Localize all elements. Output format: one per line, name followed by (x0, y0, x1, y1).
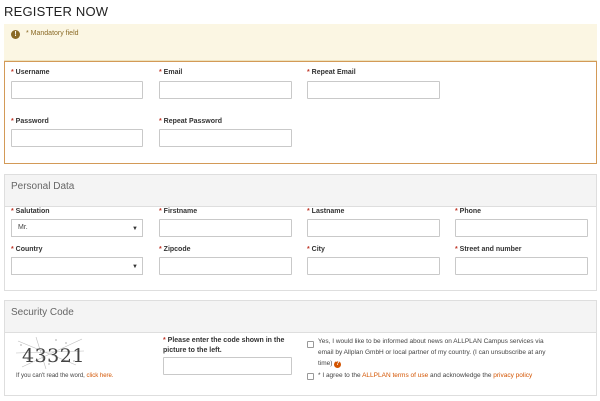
account-section (4, 61, 597, 164)
privacy-policy-link[interactable]: privacy policy (493, 372, 532, 379)
password-field[interactable] (11, 129, 143, 147)
phone-field[interactable] (455, 219, 588, 237)
repeat-password-label: * Repeat Password (159, 118, 223, 125)
exclamation-icon: ! (11, 30, 20, 39)
zipcode-field[interactable] (159, 257, 292, 275)
personal-data-heading: Personal Data (5, 175, 596, 207)
mandatory-notice: ! * Mandatory field (4, 24, 597, 61)
captcha-image: 43321 (15, 336, 84, 370)
password-label: * Password (11, 118, 49, 125)
street-field[interactable] (455, 257, 588, 275)
repeat-password-field[interactable] (159, 129, 292, 147)
username-label: * Username (11, 69, 50, 76)
street-label: * Street and number (455, 246, 522, 253)
repeat-email-label: * Repeat Email (307, 69, 356, 76)
salutation-label: * Salutation (11, 208, 50, 215)
chevron-down-icon: ▼ (132, 226, 138, 232)
terms-checkbox[interactable] (307, 373, 314, 380)
firstname-label: * Firstname (159, 208, 198, 215)
captcha-code-label: * Please enter the code shown in the pic… (163, 337, 285, 354)
username-field[interactable] (11, 81, 143, 99)
phone-label: * Phone (455, 208, 482, 215)
newsletter-checkbox[interactable] (307, 341, 314, 348)
city-label: * City (307, 246, 325, 253)
question-icon[interactable]: ? (334, 361, 342, 368)
lastname-field[interactable] (307, 219, 440, 237)
mandatory-notice-text: * Mandatory field (26, 30, 79, 37)
refresh-captcha-link[interactable]: click here. (87, 373, 114, 379)
security-code-heading: Security Code (5, 301, 596, 333)
country-select[interactable]: ▼ (11, 257, 143, 275)
captcha-text: 43321 (22, 345, 84, 367)
salutation-select[interactable]: Mr. ▼ (11, 219, 143, 237)
country-label: * Country (11, 246, 43, 253)
terms-text: * I agree to the ALLPLAN terms of use an… (318, 372, 533, 379)
repeat-email-field[interactable] (307, 81, 440, 99)
lastname-label: * Lastname (307, 208, 345, 215)
city-field[interactable] (307, 257, 440, 275)
email-label: * Email (159, 69, 183, 76)
email-field[interactable] (159, 81, 292, 99)
zipcode-label: * Zipcode (159, 246, 191, 253)
captcha-noise: 43321 (15, 336, 84, 370)
captcha-help: If you can't read the word, click here. (16, 373, 114, 379)
firstname-field[interactable] (159, 219, 292, 237)
page-title: REGISTER NOW (4, 4, 109, 19)
terms-of-use-link[interactable]: ALLPLAN terms of use (362, 372, 428, 379)
captcha-code-field[interactable] (163, 357, 292, 375)
chevron-down-icon: ▼ (132, 264, 138, 270)
newsletter-text: Yes, I would like to be informed about n… (318, 338, 546, 368)
